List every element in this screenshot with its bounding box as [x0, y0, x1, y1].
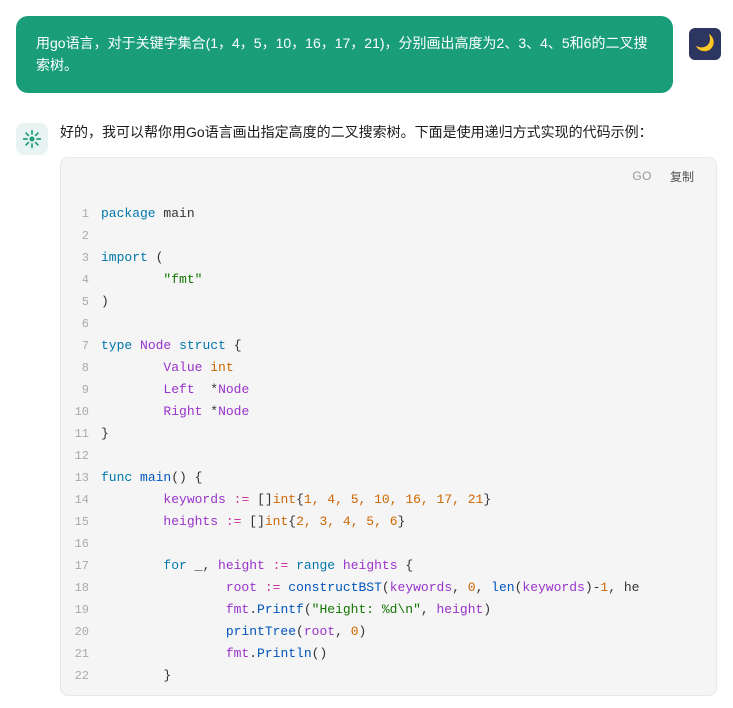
line-number: 12 — [61, 445, 101, 467]
line-number: 5 — [61, 291, 101, 313]
line-code: type Node struct { — [101, 335, 716, 357]
code-line: 7 type Node struct { — [61, 335, 716, 357]
ai-content: 好的，我可以帮你用Go语言画出指定高度的二叉搜索树。下面是使用递归方式实现的代码… — [60, 121, 717, 696]
sparkle-icon — [22, 129, 42, 149]
code-line: 1 package main — [61, 203, 716, 225]
ai-message: 好的，我可以帮你用Go语言画出指定高度的二叉搜索树。下面是使用递归方式实现的代码… — [0, 109, 733, 708]
code-line: 22 } — [61, 665, 716, 687]
line-code: root := constructBST(keywords, 0, len(ke… — [101, 577, 716, 599]
line-number: 9 — [61, 379, 101, 401]
code-line: 10 Right *Node — [61, 401, 716, 423]
line-code: printTree(root, 0) — [101, 621, 716, 643]
code-line: 16 — [61, 533, 716, 555]
code-line: 5 ) — [61, 291, 716, 313]
code-line: 11 } — [61, 423, 716, 445]
code-line: 20 printTree(root, 0) — [61, 621, 716, 643]
line-code: import ( — [101, 247, 716, 269]
line-number: 19 — [61, 599, 101, 621]
line-code: fmt.Println() — [101, 643, 716, 665]
line-code: keywords := []int{1, 4, 5, 10, 16, 17, 2… — [101, 489, 716, 511]
line-code: } — [101, 665, 716, 687]
user-message: 用go语言，对于关键字集合(1，4，5，10，16，17，21)，分别画出高度为… — [16, 16, 673, 93]
line-code — [101, 225, 716, 247]
line-code: "fmt" — [101, 269, 716, 291]
line-number: 4 — [61, 269, 101, 291]
line-number: 7 — [61, 335, 101, 357]
ai-intro-text: 好的，我可以帮你用Go语言画出指定高度的二叉搜索树。下面是使用递归方式实现的代码… — [60, 121, 717, 145]
moon-icon: 🌙 — [695, 31, 715, 57]
code-line: 9 Left *Node — [61, 379, 716, 401]
line-code: heights := []int{2, 3, 4, 5, 6} — [101, 511, 716, 533]
line-number: 16 — [61, 533, 101, 555]
code-line: 21 fmt.Println() — [61, 643, 716, 665]
line-code: ) — [101, 291, 716, 313]
line-number: 21 — [61, 643, 101, 665]
code-header: GO 复制 — [61, 158, 716, 195]
code-line: 14 keywords := []int{1, 4, 5, 10, 16, 17… — [61, 489, 716, 511]
chat-container: 用go语言，对于关键字集合(1，4，5，10，16，17，21)，分别画出高度为… — [0, 0, 733, 708]
code-line: 3 import ( — [61, 247, 716, 269]
code-line: 18 root := constructBST(keywords, 0, len… — [61, 577, 716, 599]
code-line: 8 Value int — [61, 357, 716, 379]
line-code: Right *Node — [101, 401, 716, 423]
line-code: } — [101, 423, 716, 445]
code-line: 17 for _, height := range heights { — [61, 555, 716, 577]
line-number: 22 — [61, 665, 101, 687]
line-number: 15 — [61, 511, 101, 533]
line-code: Value int — [101, 357, 716, 379]
line-number: 14 — [61, 489, 101, 511]
code-language-label: GO — [632, 169, 652, 183]
code-line: 12 — [61, 445, 716, 467]
line-number: 3 — [61, 247, 101, 269]
line-number: 1 — [61, 203, 101, 225]
code-line: 4 "fmt" — [61, 269, 716, 291]
line-number: 13 — [61, 467, 101, 489]
line-number: 18 — [61, 577, 101, 599]
line-number: 10 — [61, 401, 101, 423]
code-line: 15 heights := []int{2, 3, 4, 5, 6} — [61, 511, 716, 533]
line-code: func main() { — [101, 467, 716, 489]
line-number: 2 — [61, 225, 101, 247]
user-message-text: 用go语言，对于关键字集合(1，4，5，10，16，17，21)，分别画出高度为… — [36, 35, 647, 73]
code-block: GO 复制 1 package main 2 — [60, 157, 717, 696]
line-code: fmt.Printf("Height: %d\n", height) — [101, 599, 716, 621]
code-content: 1 package main 2 3 import ( — [61, 195, 716, 695]
line-number: 6 — [61, 313, 101, 335]
line-code — [101, 445, 716, 467]
code-line: 19 fmt.Printf("Height: %d\n", height) — [61, 599, 716, 621]
code-line: 6 — [61, 313, 716, 335]
line-code — [101, 533, 716, 555]
code-line: 2 — [61, 225, 716, 247]
copy-button[interactable]: 复制 — [664, 166, 700, 187]
line-number: 20 — [61, 621, 101, 643]
user-icon: 🌙 — [689, 28, 721, 60]
line-number: 11 — [61, 423, 101, 445]
line-code: Left *Node — [101, 379, 716, 401]
line-code: for _, height := range heights { — [101, 555, 716, 577]
line-number: 17 — [61, 555, 101, 577]
ai-avatar — [16, 123, 48, 155]
line-code — [101, 313, 716, 335]
code-line: 13 func main() { — [61, 467, 716, 489]
line-code: package main — [101, 203, 716, 225]
line-number: 8 — [61, 357, 101, 379]
